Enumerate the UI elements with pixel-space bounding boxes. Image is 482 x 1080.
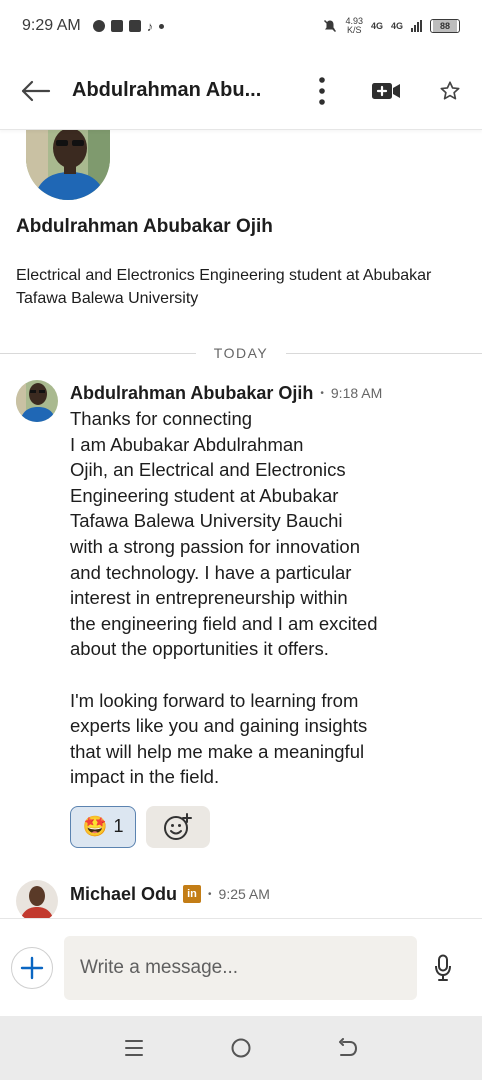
date-divider: TODAY (0, 342, 482, 364)
status-right: 4.93 K/S 4G 4G 88 (323, 17, 460, 35)
linkedin-notification-icon (128, 20, 141, 32)
more-notifications-dot (159, 23, 165, 29)
star-button[interactable] (418, 52, 482, 130)
signal-icon (411, 20, 422, 32)
conversation-header: Abdulrahman Abu... (0, 52, 482, 130)
reaction-count: 1 (113, 816, 124, 837)
status-time: 9:29 AM (22, 17, 81, 34)
home-button[interactable] (211, 1016, 271, 1080)
message-composer (0, 918, 482, 1016)
header-actions (290, 52, 482, 130)
tiktok-notification-icon: ♪ (146, 18, 154, 34)
back-arrow-icon (339, 1038, 358, 1056)
separator-dot: • (320, 387, 324, 399)
profile-name[interactable]: Abdulrahman Abubakar Ojih (16, 216, 273, 238)
video-call-icon (372, 82, 400, 99)
network-speed: 4.93 K/S (345, 16, 363, 35)
reactions-row: 🤩 1 (70, 805, 450, 848)
add-reaction-button[interactable] (146, 805, 210, 848)
profile-avatar[interactable] (26, 128, 110, 200)
system-back-button[interactable] (318, 1016, 378, 1080)
microphone-icon (435, 954, 451, 981)
sender-name[interactable]: Michael Odu (70, 884, 177, 905)
message-header: Abdulrahman Abubakar Ojih • 9:18 AM (70, 380, 450, 406)
battery-level: 88 (433, 20, 457, 32)
date-label: TODAY (199, 345, 283, 361)
message-time: 9:18 AM (330, 385, 383, 401)
separator-dot: • (208, 888, 212, 900)
message-item: Michael Odu in • 9:25 AM (16, 880, 466, 918)
message-body: Abdulrahman Abubakar Ojih • 9:18 AM Than… (70, 380, 450, 848)
voice-message-button[interactable] (417, 936, 469, 1000)
add-reaction-icon (164, 812, 192, 840)
video-call-button[interactable] (354, 52, 418, 130)
facebook-notification-icon (110, 20, 123, 32)
message-header: Michael Odu in • 9:25 AM (70, 881, 450, 907)
recents-button[interactable] (104, 1016, 164, 1080)
more-options-button[interactable] (290, 52, 354, 130)
sender-avatar[interactable] (16, 380, 58, 422)
chat-notification-icon (92, 20, 105, 32)
notification-icons: ♪ (92, 18, 165, 34)
battery-icon: 88 (430, 19, 460, 33)
sender-avatar[interactable] (16, 880, 58, 918)
attach-button[interactable] (11, 946, 53, 989)
header-title[interactable]: Abdulrahman Abu... (72, 79, 272, 102)
status-bar: 9:29 AM ♪ 4.93 K/S 4G 4G 88 (0, 0, 482, 52)
circle-home-icon (231, 1038, 251, 1058)
profile-photo (26, 128, 110, 200)
linkedin-badge-icon: in (183, 885, 202, 903)
profile-headline: Electrical and Electronics Engineering s… (16, 267, 432, 307)
menu-lines-icon (124, 1040, 143, 1056)
reaction-chip[interactable]: 🤩 1 (70, 805, 136, 848)
message-input[interactable] (64, 935, 417, 1000)
network-type-2: 4G (390, 21, 403, 31)
more-vertical-icon (319, 76, 325, 105)
message-body: Michael Odu in • 9:25 AM (70, 880, 450, 907)
mute-icon (324, 19, 337, 33)
sender-name[interactable]: Abdulrahman Abubakar Ojih (70, 383, 313, 404)
message-item: Abdulrahman Abubakar Ojih • 9:18 AM Than… (16, 380, 466, 860)
plus-icon (20, 956, 44, 979)
arrow-left-icon (21, 80, 51, 101)
back-button[interactable] (0, 52, 72, 130)
message-text: Thanks for connecting I am Abubakar Abdu… (70, 408, 378, 788)
star-struck-emoji-icon: 🤩 (82, 816, 108, 839)
message-time: 9:25 AM (218, 886, 270, 902)
network-type-1: 4G (370, 21, 383, 31)
system-nav-bar (0, 1016, 482, 1080)
star-outline-icon (440, 80, 460, 100)
